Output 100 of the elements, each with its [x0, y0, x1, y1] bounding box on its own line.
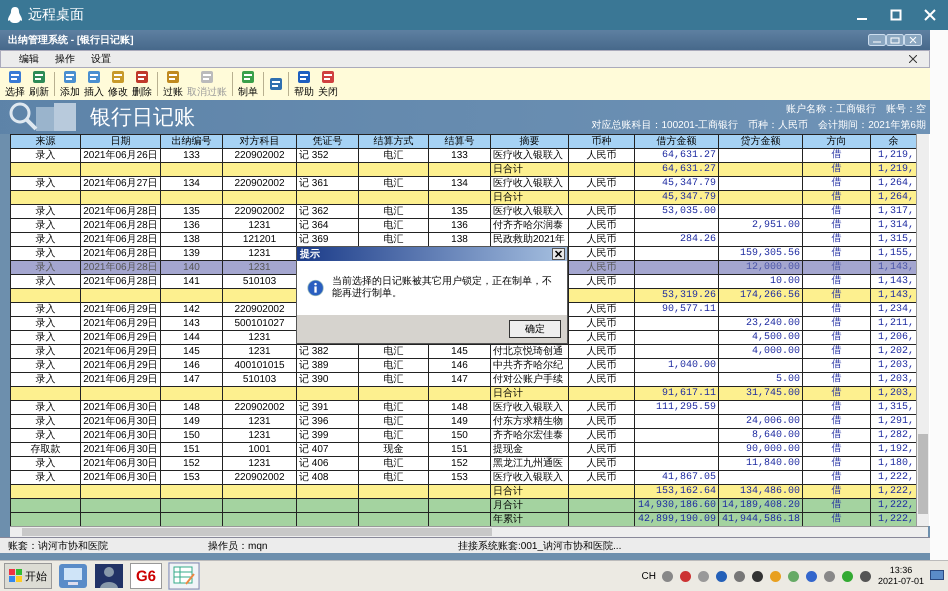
column-header[interactable]: 结算号 — [428, 134, 490, 148]
clock-date: 2021-07-01 — [878, 576, 924, 587]
table-cell: 1,180, — [878, 458, 914, 469]
toolbar-button[interactable]: 关闭 — [317, 70, 339, 98]
table-cell: 1,211, — [878, 318, 914, 329]
column-header[interactable]: 日期 — [80, 134, 160, 148]
column-header[interactable]: 余 — [870, 134, 916, 148]
close-icon[interactable] — [909, 55, 917, 63]
column-header[interactable]: 出纳编号 — [160, 134, 222, 148]
table-cell: 2021年06月28日 — [83, 220, 158, 231]
table-cell: 152 — [451, 458, 468, 469]
table-cell: 借 — [832, 472, 842, 483]
table-cell: 1,155, — [878, 248, 914, 259]
language-indicator[interactable]: CH — [642, 570, 656, 582]
table-cell: 64,631.27 — [662, 150, 716, 161]
menu-item[interactable]: 操作 — [55, 52, 75, 66]
table-cell: 年累计 — [493, 514, 523, 525]
table-cell: 153 — [183, 472, 200, 483]
table-cell: 153 — [451, 472, 468, 483]
figure-icon[interactable] — [94, 563, 124, 589]
window-title: 远程桌面 — [28, 6, 84, 24]
taskbar-app[interactable]: G6 — [130, 563, 162, 589]
column-header[interactable]: 结算方式 — [358, 134, 428, 148]
toolbar-button[interactable]: 制单 — [237, 70, 259, 98]
page-heading: 银行日记账 — [90, 105, 195, 131]
table-cell: 民政救助2021年 — [493, 234, 566, 245]
column-header[interactable]: 贷方金额 — [718, 134, 802, 148]
scrollbar[interactable] — [916, 134, 929, 526]
dialog-message: 当前选择的日记账被其它用户锁定，正在制单，不能再进行制单。 — [332, 276, 554, 300]
menu-item[interactable]: 设置 — [91, 52, 111, 66]
table-cell: 136 — [183, 220, 200, 231]
toolbar-button[interactable]: 刷新 — [28, 70, 50, 98]
table-cell: 借 — [832, 234, 842, 245]
table-cell: 日合计 — [493, 164, 523, 175]
document-icon — [111, 70, 125, 84]
table-cell: 录入 — [36, 234, 56, 245]
computer-icon[interactable] — [58, 563, 88, 589]
table-cell: 记 369 — [299, 234, 328, 245]
table-cell: 记 352 — [299, 150, 328, 161]
column-header[interactable]: 借方金额 — [634, 134, 718, 148]
table-cell: 2021年06月29日 — [83, 304, 158, 315]
document-icon — [297, 70, 311, 84]
column-header[interactable]: 币种 — [568, 134, 634, 148]
table-cell: 2021年06月30日 — [83, 444, 158, 455]
maximize-icon[interactable] — [890, 9, 902, 21]
table-cell: 2021年06月30日 — [83, 472, 158, 483]
table-cell: 1,264, — [878, 178, 914, 189]
column-header[interactable]: 来源 — [10, 134, 80, 148]
table-cell: 借 — [832, 486, 842, 497]
ok-button[interactable]: 确定 — [509, 320, 561, 338]
tray-icon[interactable] — [714, 570, 728, 582]
table-cell: 借 — [832, 220, 842, 231]
account-info: 对应总账科目：100201-工商银行 — [591, 118, 738, 132]
table-cell: 1,203, — [878, 388, 914, 399]
table-cell: 人民币 — [586, 234, 616, 245]
table-cell: 借 — [832, 514, 842, 525]
window-controls-icon[interactable] — [868, 34, 922, 46]
spreadsheet-icon[interactable] — [168, 562, 200, 590]
column-header[interactable]: 摘要 — [490, 134, 568, 148]
table-cell: 1,234, — [878, 304, 914, 315]
table-cell: 录入 — [36, 150, 56, 161]
account-info: 账号：空 — [886, 102, 926, 116]
toolbar-button[interactable]: 修改 — [107, 70, 129, 98]
toolbar-button[interactable]: 选择 — [4, 70, 26, 98]
table-cell: 录入 — [36, 374, 56, 385]
tray-icon[interactable] — [858, 570, 872, 582]
table-cell: 153,162.64 — [656, 486, 716, 497]
menu-item[interactable]: 编辑 — [19, 52, 39, 66]
toolbar-button[interactable]: 插入 — [83, 70, 105, 98]
table-cell: 2,951.00 — [752, 220, 800, 231]
column-header[interactable]: 方向 — [802, 134, 870, 148]
scrollbar[interactable] — [10, 526, 928, 537]
toolbar-button[interactable]: 删除 — [131, 70, 153, 98]
table-cell: 付对公账户手续 — [493, 374, 563, 385]
table-cell: 齐齐哈尔宏佳泰 — [493, 430, 563, 441]
toolbar-button[interactable]: 帮助 — [293, 70, 315, 98]
table-cell: 134,486.00 — [740, 486, 800, 497]
close-icon[interactable] — [552, 248, 565, 260]
toolbar-icon-button[interactable] — [268, 77, 284, 91]
column-header[interactable]: 凭证号 — [296, 134, 358, 148]
table-cell: 1231 — [248, 458, 271, 469]
start-button[interactable]: 开始 — [4, 563, 52, 589]
table-cell: 1,143, — [878, 262, 914, 273]
table-cell: 1231 — [248, 248, 271, 259]
toolbar-button[interactable]: 添加 — [59, 70, 81, 98]
column-header[interactable]: 对方科目 — [222, 134, 296, 148]
table-cell: 143 — [183, 318, 200, 329]
table-cell: 11,840.00 — [746, 458, 800, 469]
table-cell: 记 406 — [299, 458, 328, 469]
dialog-title: 提示 — [300, 248, 320, 261]
table-cell: 记 364 — [299, 220, 328, 231]
tray-icon[interactable] — [804, 570, 818, 582]
table-cell: 145 — [451, 346, 468, 357]
table-cell: 146 — [183, 360, 200, 371]
table-cell: 4,000.00 — [752, 346, 800, 357]
toolbar-button[interactable]: 过账 — [162, 70, 184, 98]
desktop-icon[interactable] — [930, 570, 944, 582]
table-cell: 1,202, — [878, 346, 914, 357]
tray-icon[interactable] — [750, 570, 764, 582]
table-cell: 记 361 — [299, 178, 328, 189]
